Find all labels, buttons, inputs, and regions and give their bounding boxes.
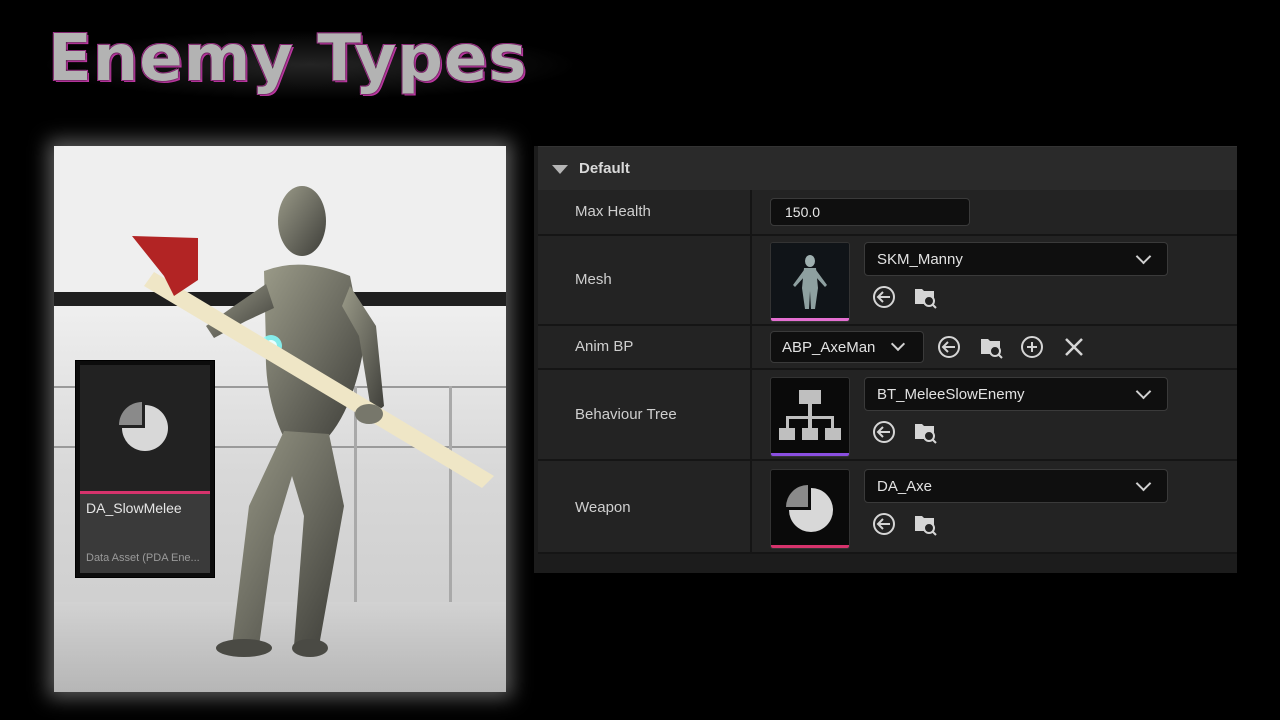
asset-tile[interactable]: DA_SlowMelee Data Asset (PDA Ene... [75, 360, 215, 578]
property-label: Mesh [575, 271, 612, 288]
use-selected-icon [873, 286, 895, 308]
pie-chart-icon [786, 485, 833, 532]
column-divider[interactable] [750, 461, 752, 552]
use-selected-button[interactable] [871, 511, 897, 537]
column-divider[interactable] [750, 370, 752, 459]
mesh-value: SKM_Manny [877, 251, 963, 268]
clear-icon [1065, 338, 1083, 356]
asset-info: DA_SlowMelee Data Asset (PDA Ene... [80, 494, 210, 573]
page-title: Enemy Types [48, 22, 528, 96]
column-divider[interactable] [750, 236, 752, 324]
browse-button[interactable] [912, 511, 938, 537]
property-label: Behaviour Tree [575, 406, 677, 423]
add-button[interactable] [1019, 334, 1045, 360]
add-icon [1021, 336, 1043, 358]
property-row-mesh: Mesh SKM_Manny [538, 236, 1237, 326]
browse-icon [981, 339, 1003, 359]
property-label: Weapon [575, 499, 631, 516]
use-selected-icon [873, 421, 895, 443]
browse-button[interactable] [912, 284, 938, 310]
mesh-combo[interactable]: SKM_Manny [864, 242, 1168, 276]
use-selected-button[interactable] [871, 419, 897, 445]
behaviour-tree-combo[interactable]: BT_MeleeSlowEnemy [864, 377, 1168, 411]
behaviour-tree-thumbnail[interactable] [770, 377, 850, 457]
section-header-default[interactable]: Default [538, 146, 1237, 191]
max-health-value: 150.0 [785, 204, 821, 220]
property-label: Max Health [575, 203, 651, 220]
property-row-max-health: Max Health 150.0 [538, 190, 1237, 236]
tree-type-color-bar [771, 453, 849, 456]
property-row-weapon: Weapon DA_Axe [538, 461, 1237, 554]
use-selected-icon [873, 513, 895, 535]
anim-bp-combo[interactable]: ABP_AxeMan [770, 331, 924, 363]
weapon-value: DA_Axe [877, 478, 933, 495]
weapon-combo[interactable]: DA_Axe [864, 469, 1168, 503]
use-selected-button[interactable] [871, 284, 897, 310]
panel-footer [538, 554, 1237, 573]
weapon-thumbnail[interactable] [770, 469, 850, 549]
mesh-thumbnail[interactable] [770, 242, 850, 322]
weapon-type-color-bar [771, 545, 849, 548]
property-row-anim-bp: Anim BP ABP_AxeMan [538, 326, 1237, 370]
asset-name: DA_SlowMelee [86, 500, 182, 516]
mesh-type-color-bar [771, 318, 849, 321]
chevron-down-icon [1135, 383, 1152, 400]
chevron-down-icon [1135, 248, 1152, 265]
collapse-caret-icon[interactable] [552, 165, 568, 174]
browse-button[interactable] [978, 334, 1004, 360]
property-label: Anim BP [575, 338, 634, 355]
anim-bp-value: ABP_AxeMan [782, 339, 876, 356]
browse-icon [915, 516, 937, 536]
behaviour-tree-value: BT_MeleeSlowEnemy [877, 386, 1025, 403]
column-divider[interactable] [750, 190, 752, 234]
use-selected-icon [938, 336, 960, 358]
tree-icon [779, 390, 841, 440]
browse-icon [915, 424, 937, 444]
chevron-down-icon [890, 336, 906, 352]
pie-chart-icon [119, 402, 168, 451]
clear-button[interactable] [1061, 334, 1087, 360]
asset-type-label: Data Asset (PDA Ene... [86, 552, 200, 564]
property-row-behaviour-tree: Behaviour Tree BT_MeleeSlowEnemy [538, 370, 1237, 461]
chevron-down-icon [1135, 475, 1152, 492]
max-health-input[interactable]: 150.0 [770, 198, 970, 226]
details-panel: Default Max Health 150.0 Mesh SKM_Manny [534, 146, 1237, 573]
column-divider[interactable] [750, 326, 752, 368]
browse-button[interactable] [912, 419, 938, 445]
asset-thumbnail [80, 365, 210, 491]
section-title: Default [579, 160, 630, 177]
browse-icon [915, 289, 937, 309]
mannequin-thumbnail-icon [771, 243, 849, 321]
use-selected-button[interactable] [936, 334, 962, 360]
